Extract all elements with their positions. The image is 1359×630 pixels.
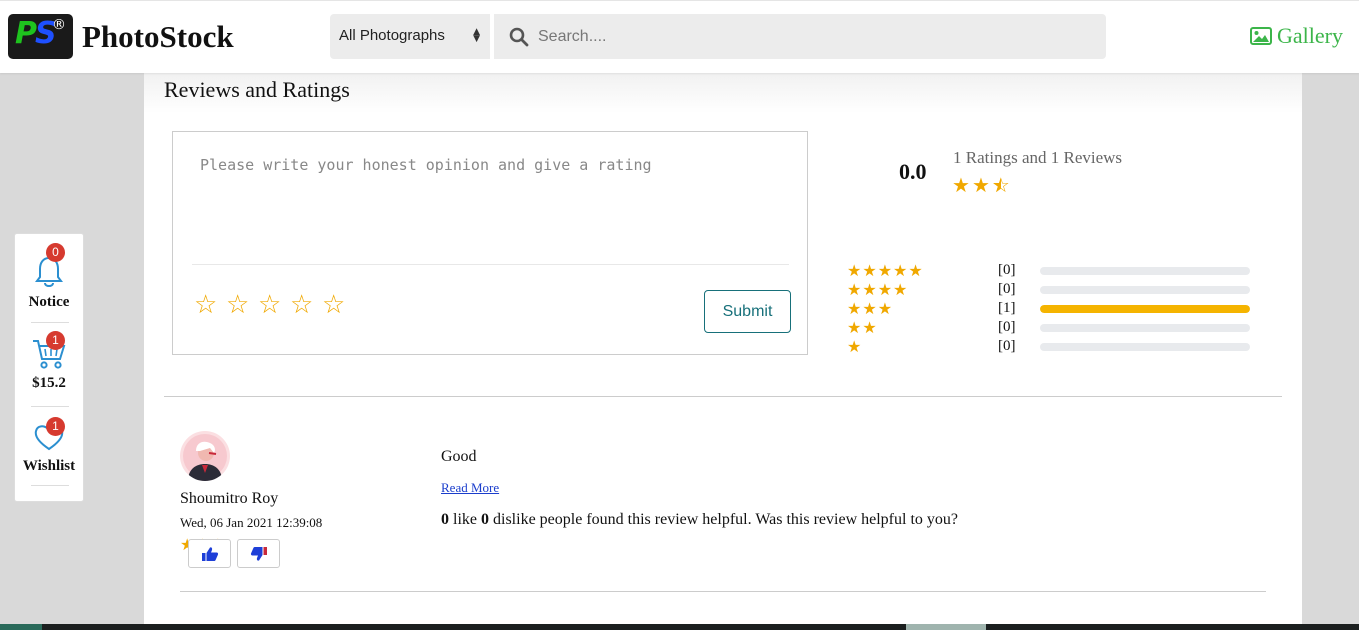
breakdown-bar — [1040, 267, 1250, 275]
rating-star-4[interactable]: ☆ — [290, 290, 316, 320]
brand-name[interactable]: PhotoStock — [82, 19, 234, 55]
search-icon[interactable] — [509, 27, 529, 47]
page-title: Reviews and Ratings — [164, 77, 350, 102]
dislike-count: 0 — [481, 511, 489, 528]
rating-input: ☆ ☆ ☆ ☆ ☆ — [194, 290, 348, 320]
review-text: Good — [441, 448, 477, 465]
reviewer-avatar — [180, 431, 230, 481]
cart-count-badge: 1 — [46, 331, 65, 350]
review-form: ☆ ☆ ☆ ☆ ☆ Submit — [172, 131, 808, 355]
breakdown-row: ★★★★★ [0] — [847, 261, 1267, 280]
breakdown-row: ★★ [0] — [847, 318, 1267, 337]
reviews-section: Reviews and Ratings ☆ ☆ ☆ ☆ ☆ Submit 0.0… — [144, 73, 1302, 630]
rating-star-1[interactable]: ☆ — [194, 290, 220, 320]
breakdown-row: ★★★★ [0] — [847, 280, 1267, 299]
cart-button[interactable]: 1 $15.2 — [15, 331, 83, 392]
thumbs-up-icon — [202, 547, 219, 561]
reviewer-name: Shoumitro Roy — [180, 490, 279, 507]
rating-star-5[interactable]: ☆ — [322, 290, 348, 320]
select-caret-icon: ▲ ▼ — [473, 27, 480, 44]
gallery-link[interactable]: Gallery — [1250, 23, 1343, 49]
thumbs-down-icon — [250, 547, 267, 561]
logo-registered-mark: ® — [52, 17, 66, 33]
read-more-link[interactable]: Read More — [441, 480, 499, 496]
breakdown-bar — [1040, 286, 1250, 294]
cart-total: $15.2 — [32, 375, 66, 391]
notice-count-badge: 0 — [46, 243, 65, 262]
breakdown-bar-fill — [1040, 305, 1250, 313]
summary-stars: ★★☆★ — [952, 173, 1010, 197]
breakdown-count: [0] — [998, 281, 1016, 297]
breakdown-stars: ★★★ — [847, 299, 894, 318]
wishlist-button[interactable]: 1 Wishlist — [15, 416, 83, 475]
summary-half-star: ☆★ — [991, 173, 1010, 197]
breakdown-stars: ★ — [847, 337, 863, 356]
logo-letter-p: P — [15, 16, 37, 51]
panel-divider — [31, 485, 69, 486]
taskbar-strip — [0, 624, 1359, 630]
image-icon — [1250, 27, 1272, 45]
category-select[interactable]: All Photographs ▲ ▼ — [330, 14, 490, 59]
rating-star-2[interactable]: ☆ — [226, 290, 252, 320]
like-word: like — [453, 511, 477, 528]
average-rating: 0.0 — [899, 159, 927, 184]
gallery-label: Gallery — [1277, 23, 1343, 48]
helpful-question: dislike people found this review helpful… — [493, 511, 958, 528]
breakdown-stars: ★★ — [847, 318, 878, 337]
wishlist-count-badge: 1 — [46, 417, 65, 436]
helpful-text: 0 like 0 dislike people found this revie… — [441, 511, 958, 529]
logo[interactable]: P S ® — [8, 14, 73, 59]
panel-divider — [31, 322, 69, 323]
submit-review-button[interactable]: Submit — [704, 290, 791, 333]
like-button[interactable] — [188, 539, 231, 568]
breakdown-count: [0] — [998, 319, 1016, 335]
review-textarea[interactable] — [192, 148, 788, 258]
breakdown-row: ★ [0] — [847, 337, 1267, 356]
breakdown-count: [0] — [998, 262, 1016, 278]
notice-button[interactable]: 0 Notice — [15, 243, 83, 311]
review-item: Shoumitro Roy Wed, 06 Jan 2021 12:39:08 … — [180, 431, 1266, 591]
breakdown-count: [0] — [998, 338, 1016, 354]
breakdown-bar — [1040, 324, 1250, 332]
review-divider — [180, 591, 1266, 592]
notice-label: Notice — [28, 294, 70, 310]
form-divider — [192, 264, 789, 265]
summary-star: ★ — [952, 173, 970, 197]
review-date: Wed, 06 Jan 2021 12:39:08 — [180, 515, 323, 530]
panel-divider — [31, 406, 69, 407]
category-select-value: All Photographs — [339, 27, 445, 44]
dislike-button[interactable] — [237, 539, 280, 568]
search-bar — [494, 14, 1106, 59]
breakdown-stars: ★★★★★ — [847, 261, 924, 280]
taskbar-item — [906, 624, 986, 630]
breakdown-bar — [1040, 305, 1250, 313]
search-input[interactable] — [538, 14, 1088, 59]
breakdown-stars: ★★★★ — [847, 280, 909, 299]
breakdown-bar — [1040, 343, 1250, 351]
like-count: 0 — [441, 511, 449, 528]
top-navbar: P S ® PhotoStock All Photographs ▲▼ Gall… — [0, 0, 1359, 73]
rating-star-3[interactable]: ☆ — [258, 290, 284, 320]
quick-access-panel: 0 Notice 1 $15.2 1 Wishlist — [14, 233, 84, 502]
breakdown-row: ★★★ [1] — [847, 299, 1267, 318]
breakdown-count: [1] — [998, 300, 1016, 316]
section-divider — [164, 396, 1282, 397]
ratings-summary-text: 1 Ratings and 1 Reviews — [953, 148, 1123, 167]
wishlist-label: Wishlist — [22, 458, 76, 474]
summary-star: ★ — [971, 173, 990, 197]
taskbar-item — [0, 624, 42, 630]
